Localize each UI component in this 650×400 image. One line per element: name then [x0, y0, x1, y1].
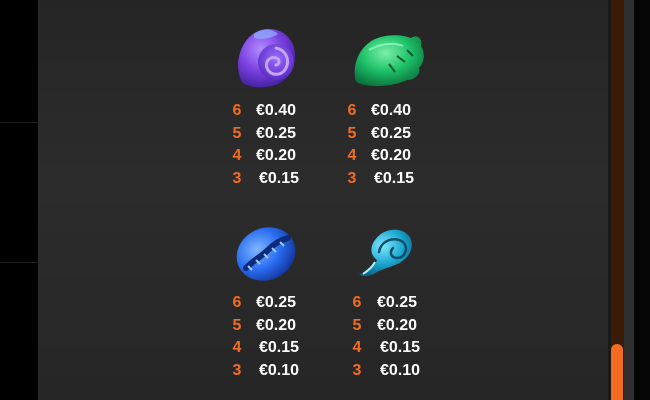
teal-spiral-shell-icon [359, 229, 412, 277]
payout-value: €0.40 [371, 102, 412, 119]
blue-cowrie-shell-icon [236, 227, 296, 281]
payout-value: €0.15 [380, 339, 421, 356]
payout-value: €0.20 [256, 147, 297, 164]
symbol-count: 6 [232, 294, 242, 311]
left-edge [0, 0, 38, 400]
payout-row: 3 €0.10 [230, 360, 320, 382]
payout-row: 5 €0.20 [350, 315, 440, 337]
symbol-count: 5 [347, 124, 357, 142]
payout-value: €0.20 [371, 147, 412, 164]
symbol-count: 5 [232, 124, 242, 142]
divider [0, 262, 38, 263]
symbol-count: 3 [232, 169, 242, 187]
payout-value: €0.10 [380, 361, 421, 379]
payout-value: €0.15 [374, 169, 415, 187]
green-conch-shell-icon [354, 35, 424, 87]
symbol-count: 4 [232, 147, 242, 164]
symbol-count: 5 [232, 316, 242, 334]
symbol-count: 4 [347, 147, 357, 164]
payout-value: €0.25 [256, 294, 297, 311]
symbol-count: 6 [352, 294, 362, 311]
purple-snail-shell-icon [238, 28, 296, 88]
symbol-count: 4 [232, 339, 242, 356]
symbol-count: 3 [232, 361, 242, 379]
payout-value: €0.20 [377, 316, 418, 334]
scrollbar-thumb[interactable] [611, 344, 623, 400]
payout-row: 5 €0.25 [345, 123, 435, 145]
symbol-count: 3 [347, 169, 357, 187]
payout-value: €0.20 [256, 316, 297, 334]
payout-row: 5 €0.25 [230, 123, 320, 145]
divider [0, 122, 38, 123]
symbol-count: 4 [352, 339, 362, 356]
payout-row: 3 €0.15 [230, 168, 320, 190]
payout-value: €0.15 [259, 339, 300, 356]
payout-value: €0.10 [259, 361, 300, 379]
payout-value: €0.25 [371, 124, 412, 142]
scrollbar-track[interactable] [611, 0, 624, 400]
payout-value: €0.15 [259, 169, 300, 187]
payout-row: 4 €0.15 [230, 337, 320, 359]
payout-row: 3 €0.10 [350, 360, 440, 382]
symbol-count: 6 [347, 102, 357, 119]
payout-row: 6 €0.40 [230, 100, 320, 122]
symbol-count: 3 [352, 361, 362, 379]
frame-edge [624, 0, 634, 400]
symbol-count: 5 [352, 316, 362, 334]
payout-row: 3 €0.15 [345, 168, 435, 190]
payout-row: 6 €0.25 [350, 292, 440, 314]
payout-row: 5 €0.20 [230, 315, 320, 337]
payout-row: 4 €0.15 [350, 337, 440, 359]
symbol-count: 6 [232, 102, 242, 119]
outer-edge [634, 0, 650, 400]
payout-row: 6 €0.40 [345, 100, 435, 122]
payout-row: 4 €0.20 [230, 145, 320, 167]
payout-value: €0.25 [377, 294, 418, 311]
payout-value: €0.25 [256, 124, 297, 142]
payout-value: €0.40 [256, 102, 297, 119]
payout-row: 4 €0.20 [345, 145, 435, 167]
payout-row: 6 €0.25 [230, 292, 320, 314]
